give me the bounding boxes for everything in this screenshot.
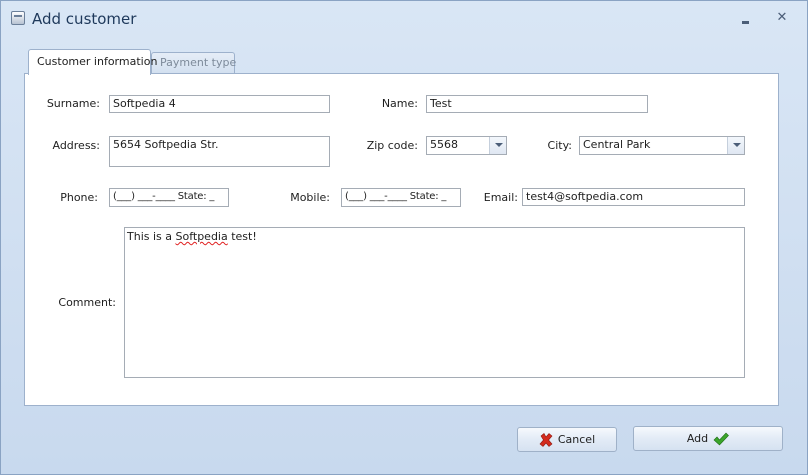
mobile-label: Mobile: [290, 191, 330, 204]
city-label: City: [547, 139, 572, 152]
window-icon [11, 11, 25, 25]
city-combo[interactable]: Central Park [579, 136, 745, 155]
zip-code-value: 5568 [430, 138, 458, 151]
chevron-down-icon[interactable] [727, 137, 744, 154]
chevron-down-icon[interactable] [489, 137, 506, 154]
surname-input[interactable]: Softpedia 4 [109, 95, 330, 113]
comment-label: Comment: [58, 296, 116, 309]
tab-customer-information[interactable]: Customer information [28, 49, 157, 75]
email-label: Email: [483, 191, 518, 204]
address-input[interactable]: 5654 Softpedia Str. [109, 136, 330, 167]
comment-text-suffix: test! [227, 230, 257, 243]
cancel-button-content: Cancel [539, 428, 595, 451]
surname-label: Surname: [46, 97, 100, 110]
add-button[interactable]: Add [633, 426, 783, 451]
address-label: Address: [52, 139, 100, 152]
phone-input[interactable]: (___) ___-____ State: _ [109, 188, 229, 207]
minimize-button[interactable] [735, 9, 757, 27]
add-button-content: Add [686, 427, 730, 450]
title-bar[interactable]: Add customer ✕ [1, 1, 807, 37]
close-button[interactable]: ✕ [771, 9, 793, 27]
phone-label: Phone: [60, 191, 98, 204]
name-label: Name: [381, 97, 418, 110]
comment-textarea[interactable]: This is a Softpedia test! [124, 227, 745, 378]
red-x-icon [539, 432, 553, 447]
window-title: Add customer [32, 10, 137, 28]
name-input[interactable]: Test [426, 95, 648, 113]
email-input[interactable]: test4@softpedia.com [522, 188, 745, 206]
add-button-label: Add [686, 432, 709, 445]
city-value: Central Park [583, 138, 651, 151]
green-check-icon [713, 432, 730, 445]
zip-code-label: Zip code: [366, 139, 418, 152]
cancel-button[interactable]: Cancel [517, 427, 617, 452]
comment-text-misspelled: Softpedia [175, 230, 228, 243]
cancel-button-label: Cancel [557, 433, 596, 446]
comment-text-prefix: This is a [127, 230, 176, 243]
zip-code-combo[interactable]: 5568 [426, 136, 507, 155]
tab-payment-type[interactable]: Payment type [151, 52, 236, 73]
mobile-input[interactable]: (___) ___-____ State: _ [341, 188, 461, 207]
